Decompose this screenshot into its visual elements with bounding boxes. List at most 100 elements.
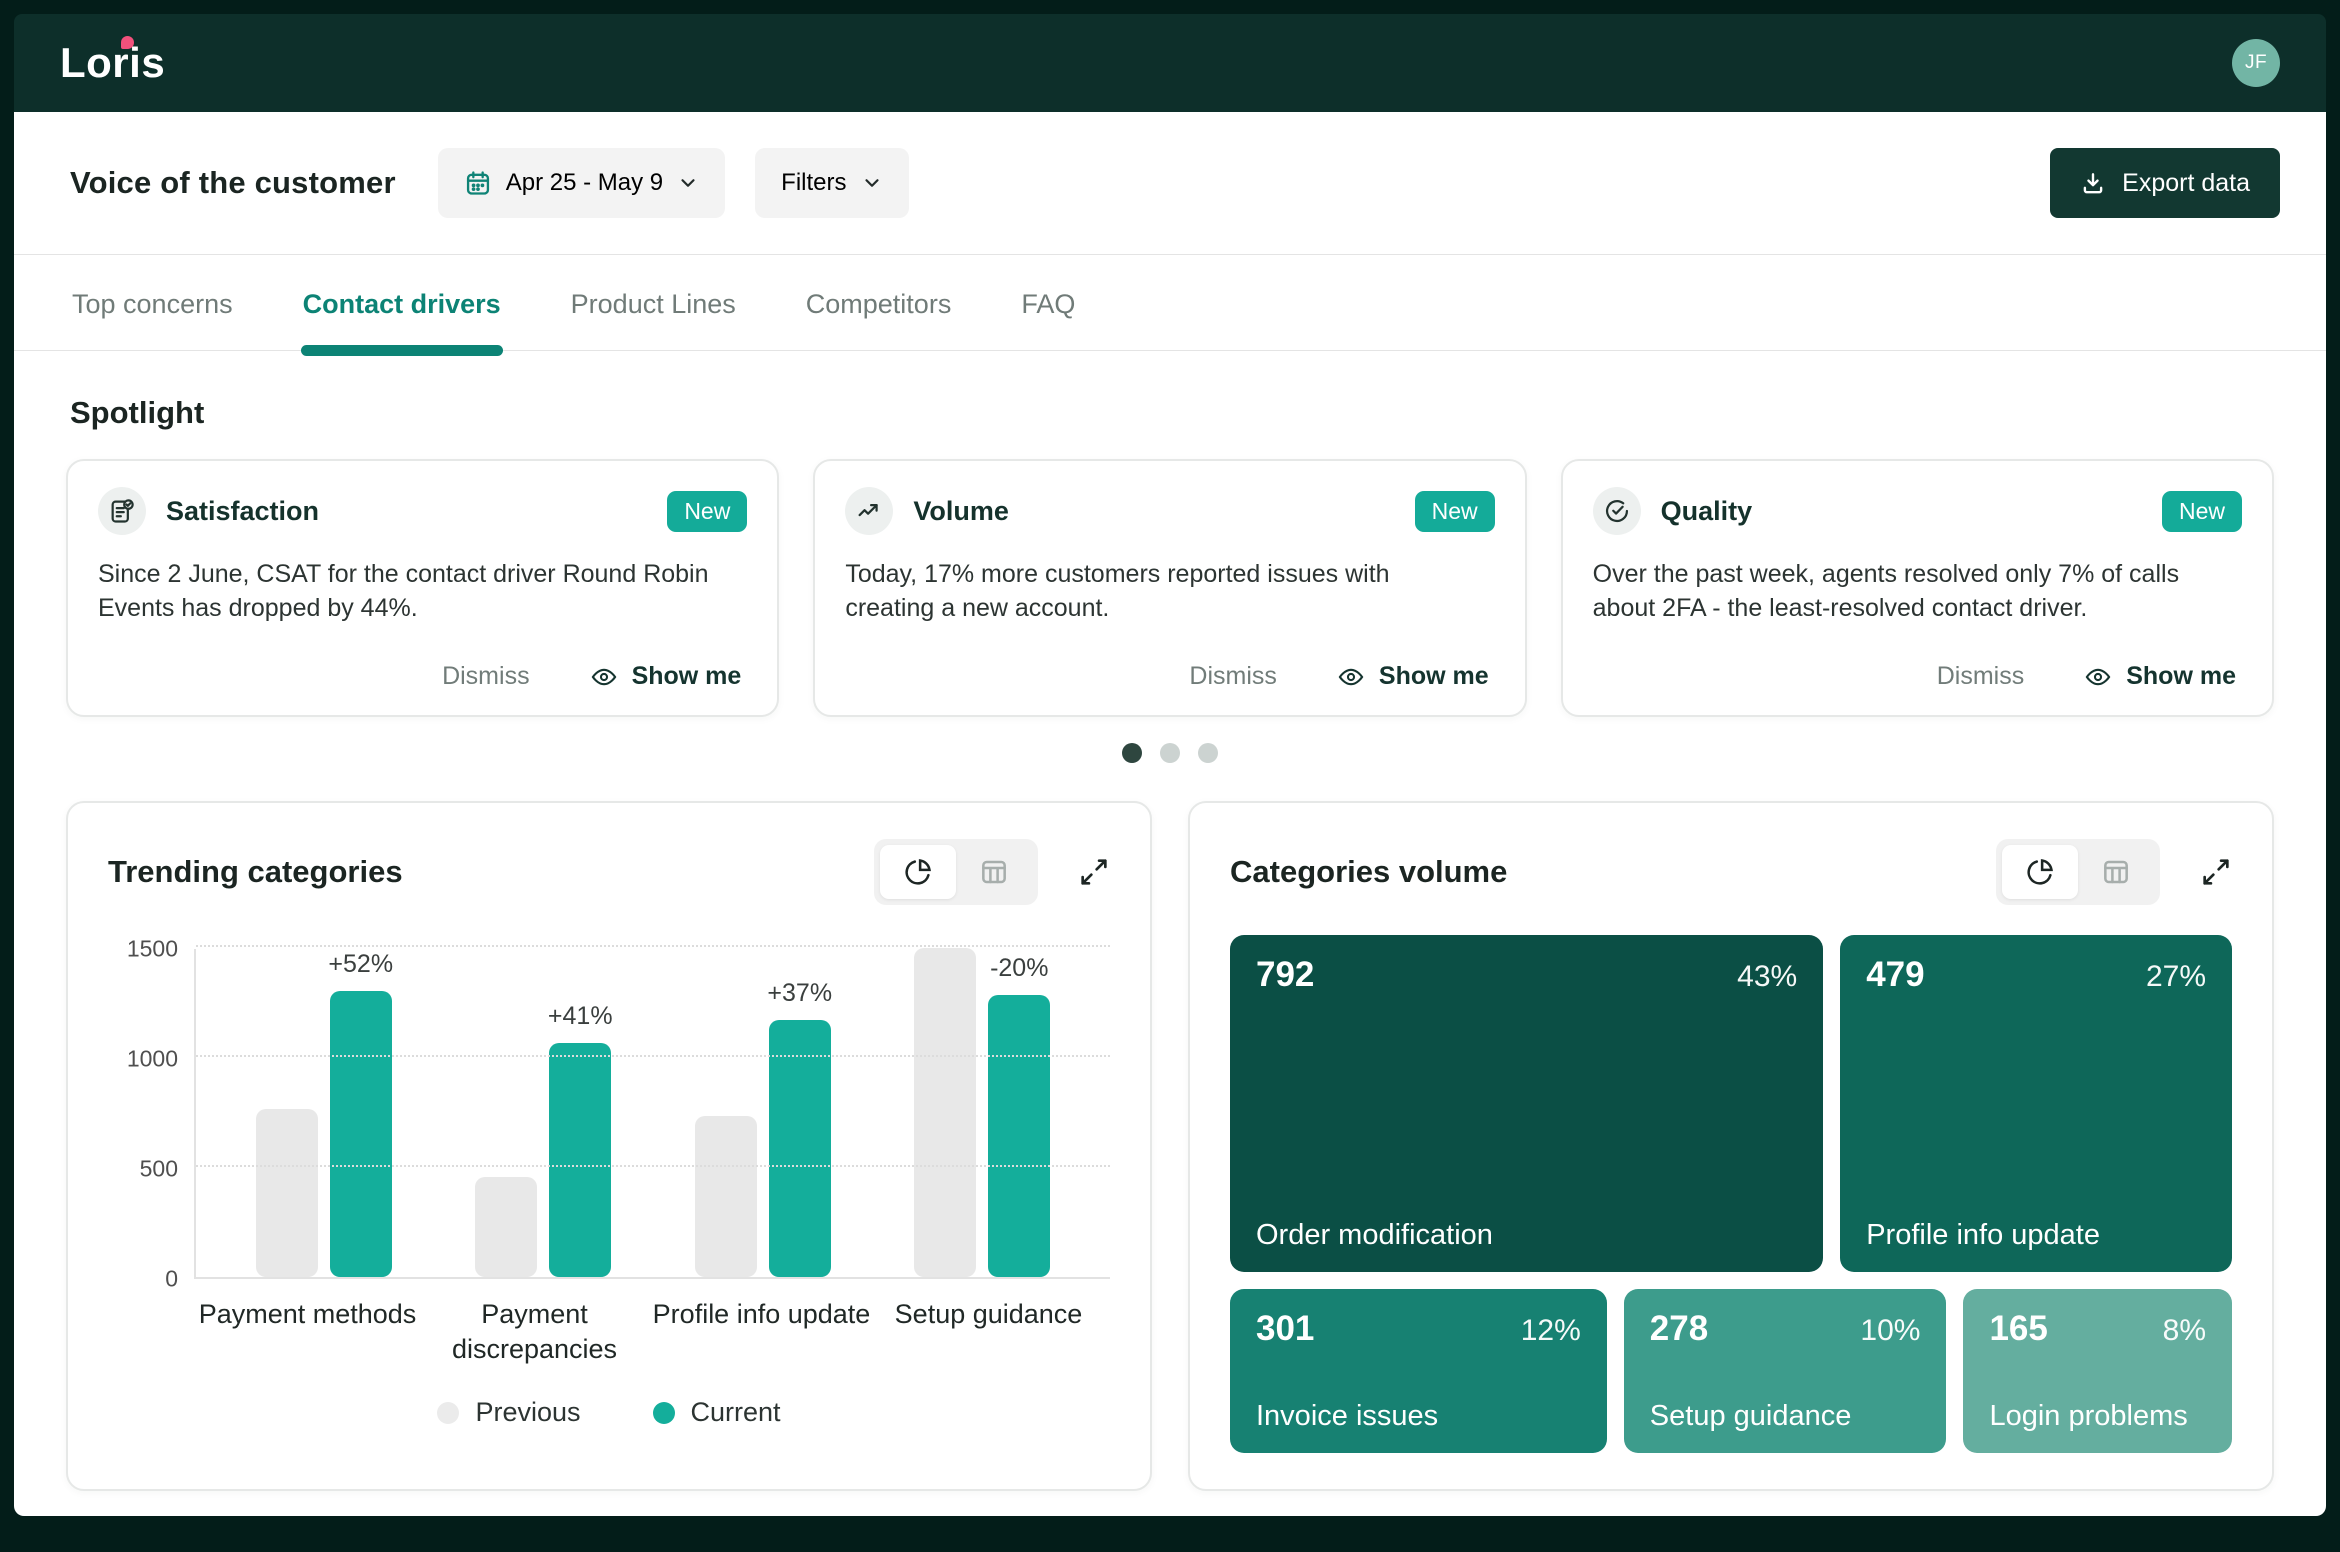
panel-header: Trending categories xyxy=(108,839,1110,905)
card-actions: Dismiss Show me xyxy=(1593,662,2242,691)
spotlight-heading: Spotlight xyxy=(70,395,2326,431)
bar-previous[interactable] xyxy=(256,1109,318,1277)
tile-value: 479 xyxy=(1866,955,1924,995)
table-icon xyxy=(2100,856,2132,888)
legend-swatch-previous xyxy=(437,1402,459,1424)
carousel-dots xyxy=(14,743,2326,763)
spotlight-cards: Satisfaction New Since 2 June, CSAT for … xyxy=(14,459,2326,717)
tile-label: Login problems xyxy=(1989,1400,2187,1433)
expand-chart-button[interactable] xyxy=(2200,856,2232,888)
card-title: Volume xyxy=(913,496,1009,527)
spotlight-card-quality: Quality New Over the past week, agents r… xyxy=(1561,459,2274,717)
trending-bars: +52%+41%+37%-20% xyxy=(196,949,1110,1277)
bar-previous[interactable] xyxy=(475,1177,537,1277)
gridline xyxy=(196,945,1110,947)
tile-label: Profile info update xyxy=(1866,1219,2100,1252)
bar-current[interactable] xyxy=(549,1043,611,1277)
tab-top-concerns[interactable]: Top concerns xyxy=(70,255,235,350)
bottom-panels: Trending categories xyxy=(14,801,2326,1491)
chart-view-toggle xyxy=(1996,839,2160,905)
spotlight-card-volume: Volume New Today, 17% more customers rep… xyxy=(813,459,1526,717)
treemap-tile[interactable]: 165 8% Login problems xyxy=(1963,1289,2232,1453)
table-view-button[interactable] xyxy=(956,845,1032,899)
tile-label: Setup guidance xyxy=(1650,1400,1852,1433)
page-header: Voice of the customer Apr 25 - May 9 Fil… xyxy=(14,112,2326,254)
chart-view-toggle xyxy=(874,839,1038,905)
tab-bar: Top concerns Contact drivers Product Lin… xyxy=(14,255,2326,351)
treemap-tile[interactable]: 47927%Profile info update xyxy=(1840,935,2232,1272)
pie-chart-view-button[interactable] xyxy=(2002,845,2078,899)
trending-yaxis: 050010001500 xyxy=(116,949,194,1279)
treemap-tile[interactable]: 27810%Setup guidance xyxy=(1624,1289,1947,1453)
bar-group: +41% xyxy=(475,1043,611,1277)
tile-percent: 43% xyxy=(1737,960,1797,994)
expand-icon xyxy=(1078,856,1110,888)
tab-contact-drivers[interactable]: Contact drivers xyxy=(301,255,503,350)
bar-previous[interactable] xyxy=(695,1116,757,1277)
tab-competitors[interactable]: Competitors xyxy=(804,255,954,350)
bar-current[interactable] xyxy=(330,991,392,1277)
export-data-button[interactable]: Export data xyxy=(2050,148,2280,218)
trending-up-icon xyxy=(845,487,893,535)
loris-logo: Loris xyxy=(60,42,165,84)
categories-volume-panel: Categories volume xyxy=(1188,801,2274,1491)
tile-percent: 8% xyxy=(2163,1314,2206,1348)
logo-text: Loris xyxy=(60,39,165,86)
gridline xyxy=(196,1055,1110,1057)
eye-icon xyxy=(2084,663,2112,691)
pie-chart-icon xyxy=(902,856,934,888)
y-axis-tick: 0 xyxy=(165,1266,178,1293)
trending-categories-panel: Trending categories xyxy=(66,801,1152,1491)
tab-faq[interactable]: FAQ xyxy=(1019,255,1077,350)
tile-value: 165 xyxy=(1989,1309,2047,1349)
show-me-button[interactable]: Show me xyxy=(590,662,742,691)
tile-value: 301 xyxy=(1256,1309,1314,1349)
expand-icon xyxy=(2200,856,2232,888)
bar-current[interactable] xyxy=(988,995,1050,1277)
user-avatar[interactable]: JF xyxy=(2232,39,2280,87)
carousel-dot-1[interactable] xyxy=(1122,743,1142,763)
bar-previous[interactable] xyxy=(914,948,976,1277)
spotlight-card-satisfaction: Satisfaction New Since 2 June, CSAT for … xyxy=(66,459,779,717)
carousel-dot-2[interactable] xyxy=(1160,743,1180,763)
card-body-text: Since 2 June, CSAT for the contact drive… xyxy=(98,557,747,625)
tab-product-lines[interactable]: Product Lines xyxy=(569,255,738,350)
card-header: Satisfaction New xyxy=(98,487,747,535)
app-root: Loris JF Voice of the customer Apr 25 - … xyxy=(0,0,2340,1552)
y-axis-tick: 1000 xyxy=(127,1046,178,1073)
card-actions: Dismiss Show me xyxy=(98,662,747,691)
pie-chart-view-button[interactable] xyxy=(880,845,956,899)
carousel-dot-3[interactable] xyxy=(1198,743,1218,763)
topbar: Loris JF xyxy=(14,14,2326,112)
dismiss-button[interactable]: Dismiss xyxy=(1189,662,1277,691)
treemap-chart: 79243%Order modification47927%Profile in… xyxy=(1230,935,2232,1453)
show-me-button[interactable]: Show me xyxy=(1337,662,1489,691)
card-header: Quality New xyxy=(1593,487,2242,535)
treemap-tile[interactable]: 30112%Invoice issues xyxy=(1230,1289,1607,1453)
show-me-button[interactable]: Show me xyxy=(2084,662,2236,691)
treemap-tile[interactable]: 79243%Order modification xyxy=(1230,935,1823,1272)
gridline xyxy=(196,1165,1110,1167)
pie-chart-icon xyxy=(2024,856,2056,888)
app-window: Loris JF Voice of the customer Apr 25 - … xyxy=(14,14,2326,1516)
tile-percent: 10% xyxy=(1860,1314,1920,1348)
dismiss-button[interactable]: Dismiss xyxy=(442,662,530,691)
download-icon xyxy=(2080,170,2106,196)
date-range-picker[interactable]: Apr 25 - May 9 xyxy=(438,148,725,218)
legend-swatch-current xyxy=(653,1402,675,1424)
bar-group: +52% xyxy=(256,991,392,1277)
x-axis-label: Setup guidance xyxy=(879,1297,1099,1367)
card-header: Volume New xyxy=(845,487,1494,535)
bar-current[interactable] xyxy=(769,1020,831,1277)
dismiss-button[interactable]: Dismiss xyxy=(1937,662,2025,691)
table-view-button[interactable] xyxy=(2078,845,2154,899)
card-body-text: Today, 17% more customers reported issue… xyxy=(845,557,1494,625)
chevron-down-icon xyxy=(861,172,883,194)
x-axis-label: Profile info update xyxy=(652,1297,872,1367)
bar-change-label: -20% xyxy=(990,954,1048,983)
treemap-row-2: 30112%Invoice issues27810%Setup guidance… xyxy=(1230,1289,2232,1453)
card-title: Quality xyxy=(1661,496,1753,527)
expand-chart-button[interactable] xyxy=(1078,856,1110,888)
filters-button[interactable]: Filters xyxy=(755,148,908,218)
quality-check-icon xyxy=(1593,487,1641,535)
